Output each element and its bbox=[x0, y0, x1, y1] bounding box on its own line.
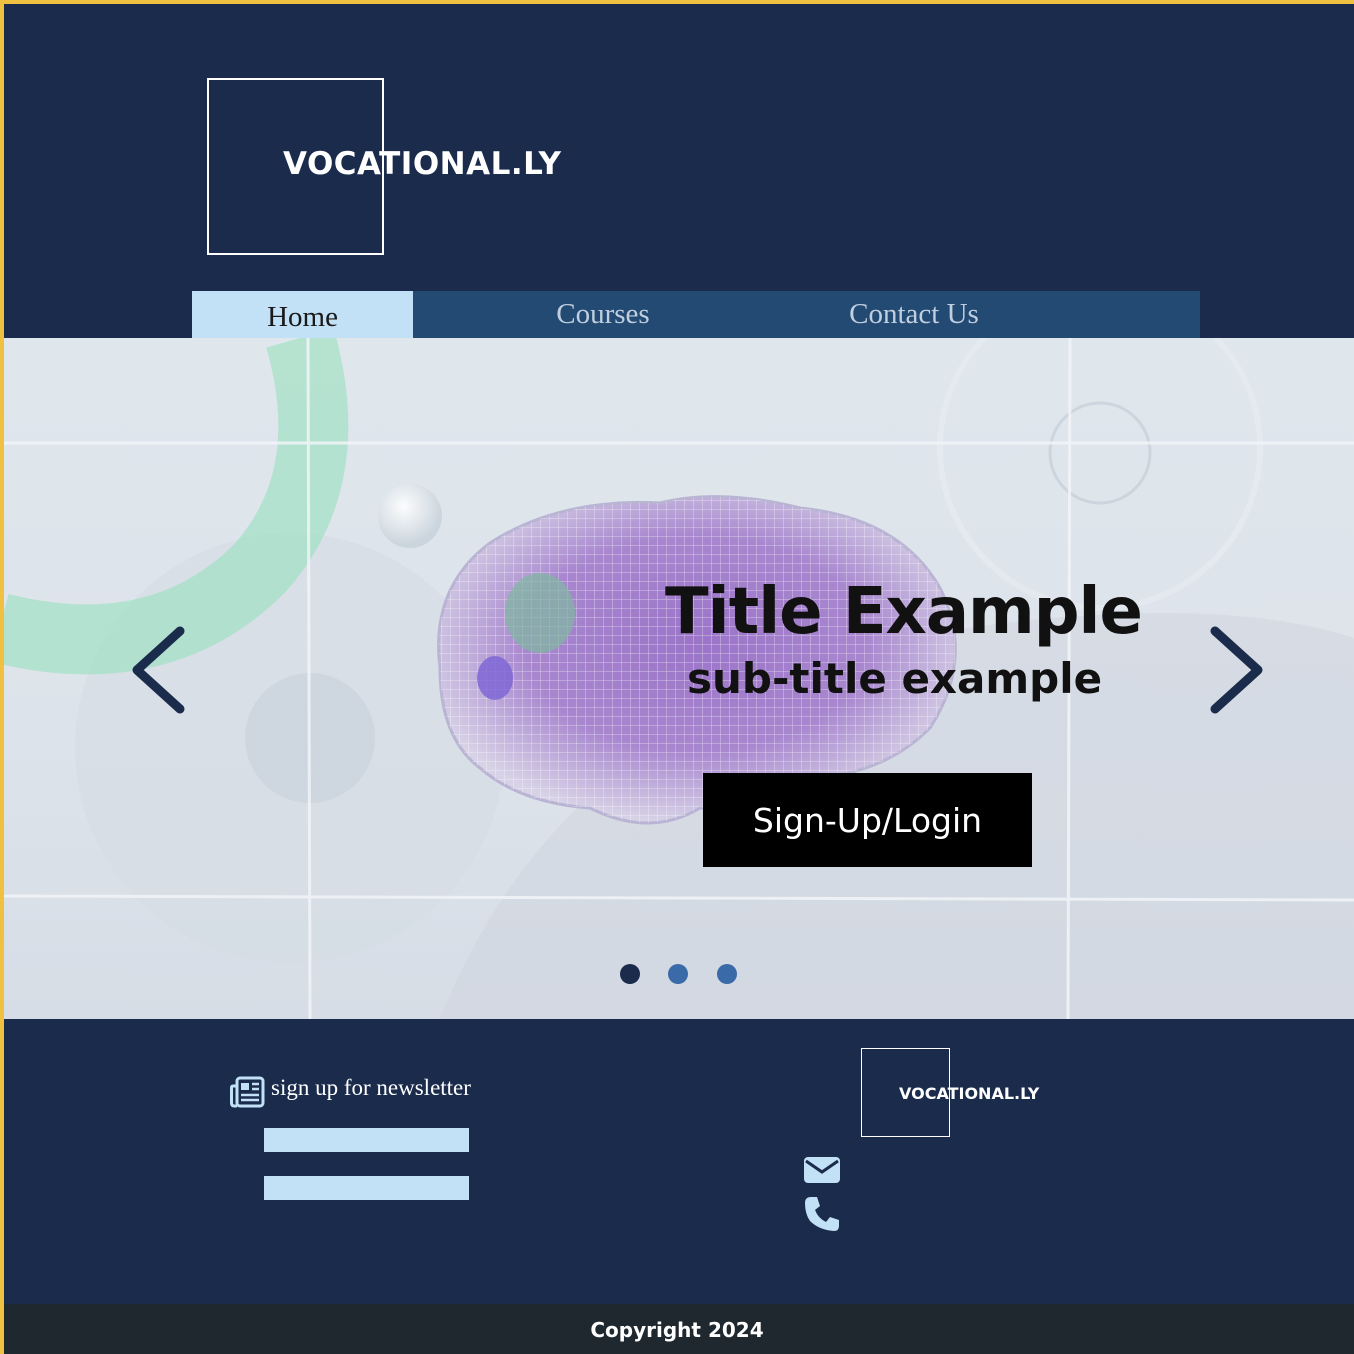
chevron-right-icon[interactable] bbox=[1200, 623, 1270, 723]
hero-subtitle: sub-title example bbox=[687, 654, 1103, 703]
site-footer: sign up for newsletter VOCATIONAL.LY bbox=[0, 1019, 1354, 1304]
carousel-dot[interactable] bbox=[668, 964, 688, 984]
signup-login-button[interactable]: Sign-Up/Login bbox=[703, 773, 1032, 867]
site-header: VOCATIONAL.LY Home Courses Contact Us bbox=[0, 0, 1354, 338]
nav-item-contact-us[interactable]: Contact Us bbox=[793, 291, 1035, 338]
brand-logo[interactable]: VOCATIONAL.LY bbox=[283, 146, 562, 182]
hero-background-image bbox=[0, 338, 1354, 1019]
newsletter-email-field[interactable] bbox=[264, 1176, 469, 1200]
newsletter-name-field[interactable] bbox=[264, 1128, 469, 1152]
newsletter-label: sign up for newsletter bbox=[271, 1075, 471, 1100]
phone-icon[interactable] bbox=[804, 1196, 840, 1232]
newspaper-icon bbox=[230, 1076, 265, 1108]
footer-brand-logo[interactable]: VOCATIONAL.LY bbox=[899, 1084, 1039, 1103]
copyright-bar: Copyright 2024 bbox=[0, 1304, 1354, 1354]
envelope-icon[interactable] bbox=[804, 1157, 840, 1183]
hero-carousel: Title Example sub-title example Sign-Up/… bbox=[0, 338, 1354, 1019]
carousel-dot[interactable] bbox=[717, 964, 737, 984]
copyright-text: Copyright 2024 bbox=[590, 1318, 764, 1342]
chevron-left-icon[interactable] bbox=[125, 623, 195, 723]
hero-title: Title Example bbox=[665, 575, 1143, 649]
main-nav: Home Courses Contact Us bbox=[192, 291, 1200, 338]
carousel-dot[interactable] bbox=[620, 964, 640, 984]
nav-item-home[interactable]: Home bbox=[192, 291, 413, 338]
nav-item-courses[interactable]: Courses bbox=[413, 291, 793, 338]
